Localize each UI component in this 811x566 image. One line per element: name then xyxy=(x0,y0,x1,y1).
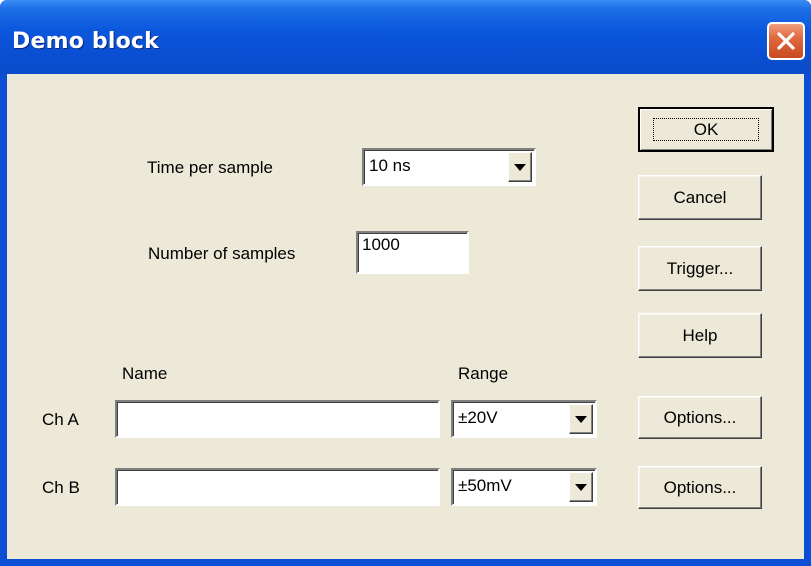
time-per-sample-label: Time per sample xyxy=(147,158,273,177)
time-per-sample-select[interactable]: 10 ns xyxy=(362,148,536,186)
channel-a-options-button[interactable]: Options... xyxy=(638,396,762,439)
chevron-down-icon xyxy=(575,483,587,491)
trigger-button[interactable]: Trigger... xyxy=(638,246,762,291)
window-title: Demo block xyxy=(12,29,159,54)
channel-b-range-select[interactable]: ±50mV xyxy=(451,468,597,506)
range-column-header: Range xyxy=(458,364,509,383)
ok-button-label: OK xyxy=(652,118,760,141)
cancel-button[interactable]: Cancel xyxy=(638,175,762,220)
channel-b-range-dropdown-button[interactable] xyxy=(569,472,593,502)
number-of-samples-label: Number of samples xyxy=(148,244,296,263)
channel-b-label: Ch B xyxy=(42,478,80,497)
number-of-samples-input[interactable]: 1000 xyxy=(356,231,469,274)
chevron-down-icon xyxy=(575,415,587,423)
channel-a-range-dropdown-button[interactable] xyxy=(569,404,593,434)
close-icon xyxy=(777,32,795,50)
name-column-header: Name xyxy=(122,364,168,383)
close-button[interactable] xyxy=(767,22,805,60)
channel-b-range-value: ±50mV xyxy=(458,476,512,495)
dialog-window: Demo block Time per sample 10 ns Number … xyxy=(0,0,811,566)
window-bottom-border xyxy=(0,559,811,566)
ok-button[interactable]: OK xyxy=(638,107,774,152)
chevron-down-icon xyxy=(514,163,526,171)
channel-a-label: Ch A xyxy=(42,410,79,429)
time-per-sample-value: 10 ns xyxy=(369,156,411,175)
channel-a-range-value: ±20V xyxy=(458,408,498,427)
channel-b-name-input[interactable] xyxy=(115,468,440,506)
title-bar[interactable]: Demo block xyxy=(0,0,811,74)
channel-a-name-input[interactable] xyxy=(115,400,440,438)
channel-a-range-select[interactable]: ±20V xyxy=(451,400,597,438)
channel-b-options-button[interactable]: Options... xyxy=(638,466,762,509)
help-button[interactable]: Help xyxy=(638,313,762,358)
time-per-sample-dropdown-button[interactable] xyxy=(508,152,532,182)
dialog-client-area: Time per sample 10 ns Number of samples … xyxy=(7,74,804,559)
